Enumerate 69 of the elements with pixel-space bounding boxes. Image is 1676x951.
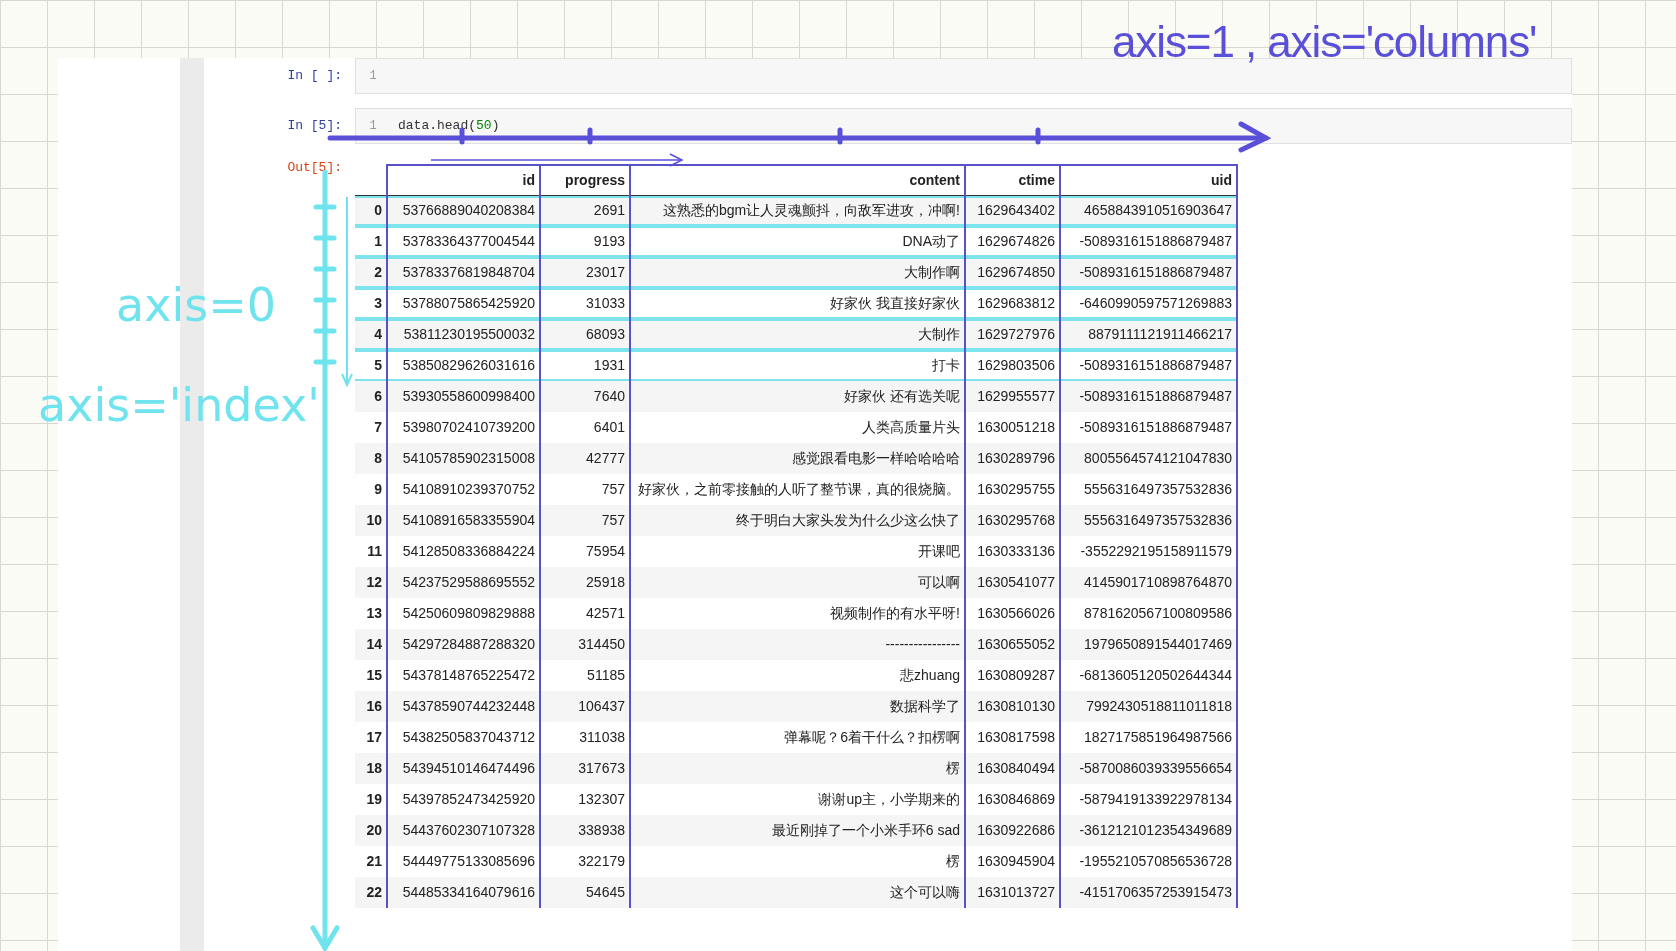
table-cell: 这熟悉的bgm让人灵魂颤抖，向敌军进攻，冲啊! xyxy=(630,195,965,226)
code-line: data.head(50) xyxy=(398,117,500,136)
row-index: 21 xyxy=(355,846,387,877)
row-index: 14 xyxy=(355,629,387,660)
row-index: 18 xyxy=(355,753,387,784)
table-cell: 8879111121911466217 xyxy=(1060,319,1237,350)
table-cell: 54485334164079616 xyxy=(387,877,540,908)
row-index: 11 xyxy=(355,536,387,567)
table-cell: -5089316151886879487 xyxy=(1060,350,1237,381)
column-header: uid xyxy=(1060,165,1237,195)
table-cell: 53766889040208384 xyxy=(387,195,540,226)
table-cell: -4151706357253915473 xyxy=(1060,877,1237,908)
row-index: 3 xyxy=(355,288,387,319)
table-cell: 53788075865425920 xyxy=(387,288,540,319)
row-index: 1 xyxy=(355,226,387,257)
table-cell: 54645 xyxy=(540,877,630,908)
table-cell: 大制作 xyxy=(630,319,965,350)
table-cell: 53850829626031616 xyxy=(387,350,540,381)
row-index: 17 xyxy=(355,722,387,753)
table-cell: 这个可以嗨 xyxy=(630,877,965,908)
row-index: 19 xyxy=(355,784,387,815)
input-prompt: In [ ]: xyxy=(286,67,343,86)
row-index: 0 xyxy=(355,195,387,226)
column-header: id xyxy=(387,165,540,195)
table-cell: 1629674850 xyxy=(965,257,1060,288)
table-cell: 1629727976 xyxy=(965,319,1060,350)
handwritten-note: axis=0 xyxy=(116,282,276,328)
output-prompt: Out[5]: xyxy=(286,159,343,177)
table-cell: 1629643402 xyxy=(965,195,1060,226)
table-cell: 68093 xyxy=(540,319,630,350)
table-cell: 53783364377004544 xyxy=(387,226,540,257)
table-cell: 53783376819848704 xyxy=(387,257,540,288)
column-header: content xyxy=(630,165,965,195)
table-cell: -5089316151886879487 xyxy=(1060,226,1237,257)
table-cell: 53811230195500032 xyxy=(387,319,540,350)
table-cell: 31033 xyxy=(540,288,630,319)
table-cell: -5089316151886879487 xyxy=(1060,257,1237,288)
row-index: 20 xyxy=(355,815,387,846)
column-header: ctime xyxy=(965,165,1060,195)
table-cell: 23017 xyxy=(540,257,630,288)
table-cell: 1631013727 xyxy=(965,877,1060,908)
row-index: 15 xyxy=(355,660,387,691)
row-index: 6 xyxy=(355,381,387,412)
row-index: 9 xyxy=(355,474,387,505)
table-cell: 9193 xyxy=(540,226,630,257)
row-index: 8 xyxy=(355,443,387,474)
line-number: 1 xyxy=(368,68,378,85)
table-cell: 2691 xyxy=(540,195,630,226)
table-cell: 打卡 xyxy=(630,350,965,381)
row-index: 2 xyxy=(355,257,387,288)
table-cell: DNA动了 xyxy=(630,226,965,257)
table-cell: 1629674826 xyxy=(965,226,1060,257)
row-index: 16 xyxy=(355,691,387,722)
row-index: 5 xyxy=(355,350,387,381)
column-header: progress xyxy=(540,165,630,195)
table-cell: -6460990597571269883 xyxy=(1060,288,1237,319)
row-index: 10 xyxy=(355,505,387,536)
row-index: 13 xyxy=(355,598,387,629)
table-cell: 4658843910516903647 xyxy=(1060,195,1237,226)
table-cell: 大制作啊 xyxy=(630,257,965,288)
handwritten-note: axis='index' xyxy=(38,382,320,428)
row-index: 22 xyxy=(355,877,387,908)
line-number: 1 xyxy=(368,118,378,135)
table-cell: 好家伙 我直接好家伙 xyxy=(630,288,965,319)
input-prompt: In [5]: xyxy=(286,117,343,136)
row-index: 4 xyxy=(355,319,387,350)
row-index: 7 xyxy=(355,412,387,443)
table-cell: 1629683812 xyxy=(965,288,1060,319)
row-index: 12 xyxy=(355,567,387,598)
